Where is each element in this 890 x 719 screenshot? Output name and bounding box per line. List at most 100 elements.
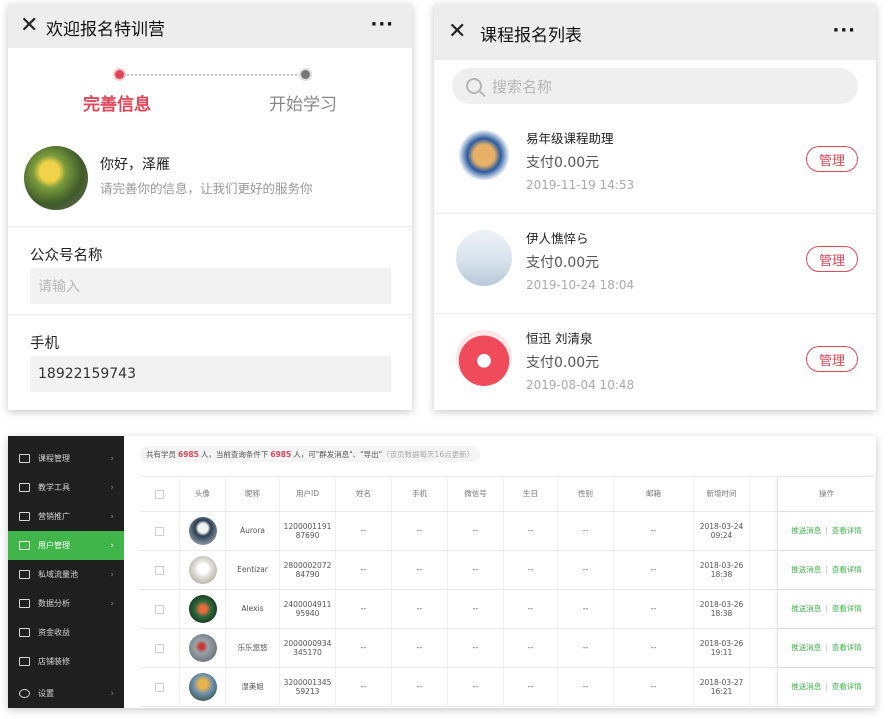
- tools-icon: [19, 483, 30, 492]
- cell-gender: --: [558, 629, 614, 667]
- cell-nick: 乐乐悠悠: [226, 629, 280, 667]
- course-name: 伊人憔悴ら: [526, 231, 589, 246]
- send-message-link[interactable]: 推送消息: [791, 604, 821, 613]
- sidebar-item-marketing[interactable]: 营销推广 ›: [8, 502, 124, 531]
- send-message-link[interactable]: 推送消息: [791, 526, 821, 535]
- list-item[interactable]: 易年级课程助理 支付0.00元 2019-11-19 14:53 管理: [434, 114, 876, 214]
- cell-gender: --: [558, 551, 614, 589]
- select-all-checkbox[interactable]: [155, 489, 164, 499]
- separator: |: [825, 682, 828, 692]
- actions-cell: 推送消息 | 查看详情: [778, 629, 876, 667]
- chevron-right-icon: ›: [110, 569, 114, 580]
- close-icon[interactable]: ✕: [20, 15, 38, 37]
- account-name-input[interactable]: 请输入: [30, 268, 391, 304]
- progress-steps: 完善信息 开始学习: [8, 66, 412, 116]
- row-checkbox[interactable]: [155, 526, 164, 536]
- search-input[interactable]: 搜索名称: [452, 68, 858, 104]
- avatar: [188, 673, 217, 701]
- cell-time: 2018-03-26 18:38: [694, 551, 750, 589]
- sidebar-item-label: 资金收益: [38, 628, 70, 637]
- sidebar-item-settings[interactable]: 设置 ›: [8, 679, 124, 708]
- step-dot-active: [115, 70, 124, 79]
- cell-phone: --: [392, 590, 448, 628]
- col-header: 用户ID: [280, 477, 336, 511]
- row-checkbox[interactable]: [155, 604, 164, 614]
- cell-phone: --: [392, 629, 448, 667]
- more-icon[interactable]: ···: [832, 20, 856, 41]
- manage-button[interactable]: 管理: [806, 246, 858, 272]
- phone-input[interactable]: 18922159743: [30, 356, 391, 392]
- view-detail-link[interactable]: 查看详情: [832, 643, 862, 652]
- course-avatar: [456, 130, 512, 186]
- sidebar-item-revenue[interactable]: 资金收益: [8, 618, 124, 647]
- separator: |: [825, 526, 828, 536]
- step-dot-inactive: [301, 70, 310, 79]
- list-item[interactable]: 恒迅 刘清泉 支付0.00元 2019-08-04 10:48 管理: [434, 314, 876, 410]
- view-detail-link[interactable]: 查看详情: [832, 682, 862, 691]
- user-table: 头像 昵称 用户ID 姓名 手机 微信号 生日 性别 邮箱 新增时间 操作 Au…: [140, 476, 876, 707]
- send-message-link[interactable]: 推送消息: [791, 682, 821, 691]
- col-header: 手机: [392, 477, 448, 511]
- search-placeholder: 搜索名称: [492, 77, 553, 96]
- greeting-subtitle: 请完善你的信息，让我们更好的服务你: [100, 181, 313, 196]
- view-detail-link[interactable]: 查看详情: [832, 565, 862, 574]
- cell-phone: --: [392, 668, 448, 706]
- sidebar-item-analytics[interactable]: 数据分析 ›: [8, 589, 124, 618]
- send-message-link[interactable]: 推送消息: [791, 643, 821, 652]
- sidebar-item-course[interactable]: 课程管理 ›: [8, 444, 124, 473]
- cell-gender: --: [558, 512, 614, 550]
- sidebar-item-tools[interactable]: 教学工具 ›: [8, 473, 124, 502]
- more-icon[interactable]: ···: [370, 14, 394, 35]
- row-checkbox[interactable]: [155, 643, 164, 653]
- close-icon[interactable]: ✕: [448, 21, 466, 43]
- manage-button[interactable]: 管理: [806, 146, 858, 172]
- spacer-cell: [750, 551, 778, 589]
- notice-text: 人，当前查询条件下: [200, 449, 269, 459]
- cell-birthday: --: [504, 668, 558, 706]
- table-row: 湿美姐 3200001345 59213 -- -- -- -- -- -- 2018-03-2…: [140, 668, 876, 707]
- total-count: 6985: [178, 449, 199, 459]
- table-header: 头像 昵称 用户ID 姓名 手机 微信号 生日 性别 邮箱 新增时间 操作: [140, 476, 876, 512]
- view-detail-link[interactable]: 查看详情: [832, 604, 862, 613]
- enroll-header: ✕ 欢迎报名特训营 ···: [8, 4, 412, 48]
- course-name: 易年级课程助理: [526, 131, 614, 146]
- notice-text: 人，可"群发消息"、"导出": [293, 449, 383, 459]
- avatar: [188, 595, 217, 623]
- cell-time: 2018-03-24 09:24: [694, 512, 750, 550]
- cell-birthday: --: [504, 551, 558, 589]
- cell-birthday: --: [504, 512, 558, 550]
- page-title: 欢迎报名特训营: [46, 20, 165, 40]
- view-detail-link[interactable]: 查看详情: [832, 526, 862, 535]
- cell-uid: 2000000934 345170: [280, 629, 336, 667]
- send-message-link[interactable]: 推送消息: [791, 565, 821, 574]
- sidebar-item-users[interactable]: 用户管理 ›: [8, 531, 124, 560]
- manage-button[interactable]: 管理: [806, 346, 858, 372]
- greeting: 你好，泽雁: [100, 157, 170, 173]
- row-checkbox[interactable]: [155, 565, 164, 575]
- avatar-cell: [180, 629, 226, 667]
- profile-block: 你好，泽雁 请完善你的信息，让我们更好的服务你: [24, 146, 404, 214]
- search-icon: [466, 78, 482, 94]
- row-checkbox[interactable]: [155, 682, 164, 692]
- cell-name: --: [336, 512, 392, 550]
- col-header-spacer: [750, 477, 778, 511]
- cell-gender: --: [558, 668, 614, 706]
- course-avatar: [456, 230, 512, 286]
- sidebar-item-pool[interactable]: 私域流量池 ›: [8, 560, 124, 589]
- spacer-cell: [750, 512, 778, 550]
- store-icon: [19, 657, 30, 666]
- cell-wechat: --: [448, 668, 504, 706]
- col-header: 操作: [778, 477, 876, 511]
- avatar-cell: [180, 590, 226, 628]
- cell-wechat: --: [448, 590, 504, 628]
- notice-text: 共有学员: [146, 449, 176, 459]
- cell-birthday: --: [504, 629, 558, 667]
- col-header: 新增时间: [694, 477, 750, 511]
- cell-name: --: [336, 590, 392, 628]
- cell-uid: 1200001191 87690: [280, 512, 336, 550]
- col-header: 头像: [180, 477, 226, 511]
- col-header: 微信号: [448, 477, 504, 511]
- list-item[interactable]: 伊人憔悴ら 支付0.00元 2019-10-24 18:04 管理: [434, 214, 876, 314]
- sidebar-item-store[interactable]: 店铺装修: [8, 647, 124, 676]
- select-cell: [140, 629, 180, 667]
